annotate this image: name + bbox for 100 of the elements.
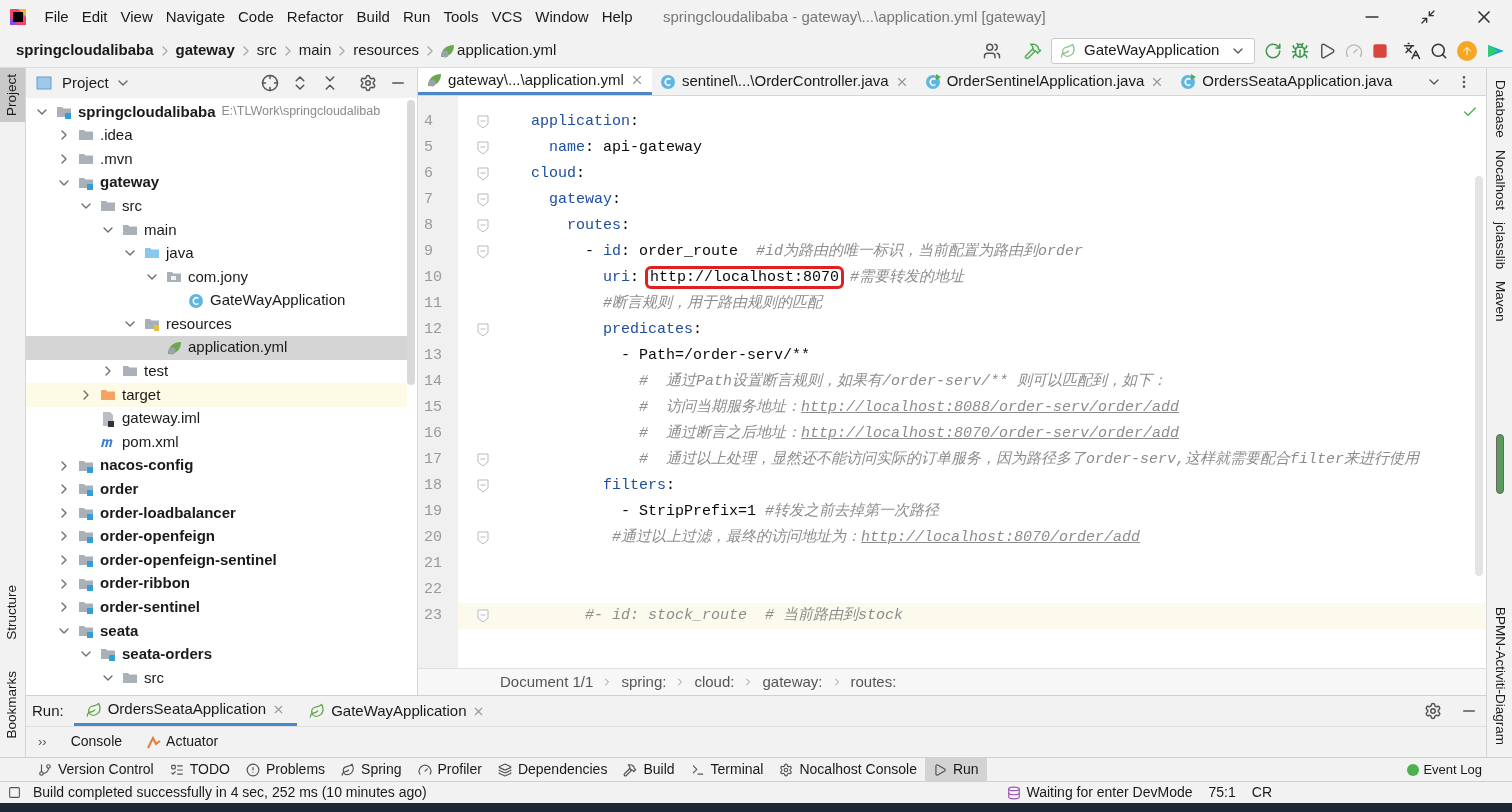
editor-tab[interactable]: gateway\...\application.yml	[418, 68, 652, 95]
menu-item[interactable]: View	[114, 5, 160, 29]
tree-item[interactable]: seata-orders	[26, 642, 407, 667]
tool-window-button[interactable]: Build	[615, 758, 683, 781]
menu-item[interactable]: Window	[528, 5, 596, 29]
tree-item[interactable]: java	[26, 241, 407, 266]
tree-item[interactable]: order-openfeign-sentinel	[26, 548, 407, 572]
panel-toggle-icon[interactable]	[8, 786, 21, 799]
locate-icon[interactable]	[261, 74, 279, 92]
more-tabs-button[interactable]: ››	[26, 731, 59, 752]
tree-item[interactable]: src	[26, 194, 407, 218]
breadcrumb-item[interactable]: src	[254, 39, 279, 62]
fold-marker-icon[interactable]	[477, 245, 489, 259]
tree-item[interactable]: gateway.iml	[26, 406, 407, 431]
tree-item[interactable]: order-openfeign	[26, 524, 407, 549]
menu-item[interactable]: Edit	[75, 5, 115, 29]
fold-marker-icon[interactable]	[477, 219, 489, 233]
breadcrumb-item[interactable]: springcloudalibaba	[14, 39, 156, 62]
menu-item[interactable]: File	[38, 5, 76, 29]
tool-window-button[interactable]: Spring	[333, 758, 410, 781]
console-tab[interactable]: Actuator	[134, 731, 231, 752]
tool-window-tab[interactable]: Structure	[0, 578, 25, 646]
menu-item[interactable]: Tools	[436, 5, 485, 29]
breadcrumb-item[interactable]: resources	[351, 39, 422, 62]
caret-position[interactable]: 75:1	[1208, 782, 1236, 803]
tree-item[interactable]: .idea	[26, 123, 407, 148]
tree-item[interactable]: main	[26, 217, 407, 242]
tree-item[interactable]: gateway	[26, 170, 407, 195]
editor-tab[interactable]: sentinel\...\OrderController.java	[651, 68, 917, 95]
tree-item[interactable]: nacos-config	[26, 453, 407, 478]
tool-window-button[interactable]: Terminal	[682, 758, 772, 781]
rerun-icon[interactable]	[1264, 41, 1282, 60]
tool-window-tab[interactable]: Nocalhost	[1489, 143, 1510, 216]
menu-item[interactable]: VCS	[484, 5, 529, 29]
tree-item[interactable]: com.jony	[26, 265, 407, 289]
tool-window-button[interactable]: Profiler	[409, 758, 490, 781]
tool-window-button[interactable]: Nocalhost Console	[771, 758, 925, 781]
console-tab[interactable]: Console	[58, 731, 135, 752]
fold-marker-icon[interactable]	[477, 609, 489, 623]
users-icon[interactable]	[983, 41, 1001, 60]
tree-item[interactable]: resources	[26, 312, 407, 336]
breadcrumb-item[interactable]: gateway	[173, 39, 237, 62]
settings-icon[interactable]	[1424, 702, 1442, 720]
tool-window-tab[interactable]: Maven	[1489, 275, 1510, 328]
breadcrumb-item[interactable]: cloud:	[694, 670, 735, 694]
fold-marker-icon[interactable]	[477, 141, 489, 155]
tree-item[interactable]: test	[26, 359, 407, 384]
breadcrumb-item[interactable]: routes:	[850, 670, 897, 694]
tree-item[interactable]: .mvn	[26, 147, 407, 171]
bug-icon[interactable]	[1291, 41, 1309, 60]
breadcrumb-item[interactable]: main	[296, 39, 334, 62]
tree-item[interactable]: application.yml	[26, 335, 407, 360]
tree-item[interactable]: order-loadbalancer	[26, 501, 407, 525]
tree-item[interactable]: target	[26, 383, 407, 407]
settings-icon[interactable]	[359, 74, 377, 92]
tool-window-tab[interactable]: BPMN-Activiti-Diagram	[1489, 601, 1510, 751]
menu-item[interactable]: Run	[396, 5, 437, 29]
breadcrumb-item[interactable]: Document 1/1	[500, 670, 594, 694]
run-tab[interactable]: OrdersSeataApplication	[73, 696, 298, 726]
editor-tab[interactable]: OrderSentinelApplication.java	[916, 68, 1173, 95]
restore-icon[interactable]	[1420, 9, 1436, 25]
menu-item[interactable]: Help	[595, 5, 640, 29]
tool-window-tab[interactable]: jclasslib	[1489, 215, 1510, 276]
tool-window-button[interactable]: Version Control	[30, 758, 162, 781]
translate-icon[interactable]	[1403, 41, 1421, 60]
menu-item[interactable]: Code	[231, 5, 281, 29]
tool-window-tab[interactable]: Project	[0, 68, 25, 123]
tree-item[interactable]: GateWayApplication	[26, 288, 407, 313]
tree-item[interactable]: order	[26, 477, 407, 502]
line-separator[interactable]: CR	[1251, 782, 1272, 803]
tree-item[interactable]: order-sentinel	[26, 595, 407, 620]
fold-marker-icon[interactable]	[477, 453, 489, 467]
tree-item[interactable]: pom.xml	[26, 430, 407, 454]
search-icon[interactable]	[1430, 41, 1448, 60]
scrollbar[interactable]	[407, 100, 415, 385]
tool-window-tab[interactable]: Database	[1489, 74, 1510, 144]
tree-item[interactable]: src	[26, 666, 407, 690]
fold-marker-icon[interactable]	[477, 193, 489, 207]
tool-window-button[interactable]: TODO	[161, 758, 238, 781]
fold-marker-icon[interactable]	[477, 531, 489, 545]
menu-item[interactable]: Refactor	[280, 5, 351, 29]
menu-item[interactable]: Build	[350, 5, 397, 29]
event-log-button[interactable]: Event Log	[1407, 759, 1482, 780]
stop-icon[interactable]	[1372, 42, 1388, 59]
tree-item[interactable]: order-ribbon	[26, 571, 407, 596]
editor-tab[interactable]: OrdersSeataApplication.java	[1172, 68, 1401, 95]
run-tab[interactable]: GateWayApplication	[297, 696, 498, 726]
fold-marker-icon[interactable]	[477, 479, 489, 493]
tree-item[interactable]: springcloudalibaba E:\TLWork\springcloudalibab	[26, 100, 407, 124]
tool-window-button[interactable]: Run	[924, 758, 987, 781]
breadcrumb-item[interactable]: gateway:	[762, 670, 823, 694]
fold-marker-icon[interactable]	[477, 115, 489, 129]
breadcrumb-item[interactable]: application.yml	[455, 39, 559, 62]
devmode-status[interactable]: Waiting for enter DevMode	[1026, 782, 1193, 803]
menu-item[interactable]: Navigate	[159, 5, 232, 29]
scrollbar[interactable]	[1475, 176, 1483, 576]
tool-window-tab[interactable]: Bookmarks	[0, 665, 25, 745]
fold-marker-icon[interactable]	[477, 323, 489, 337]
run-config-dropdown[interactable]: GateWayApplication	[1051, 37, 1255, 64]
tool-window-button[interactable]: Problems	[237, 758, 334, 781]
